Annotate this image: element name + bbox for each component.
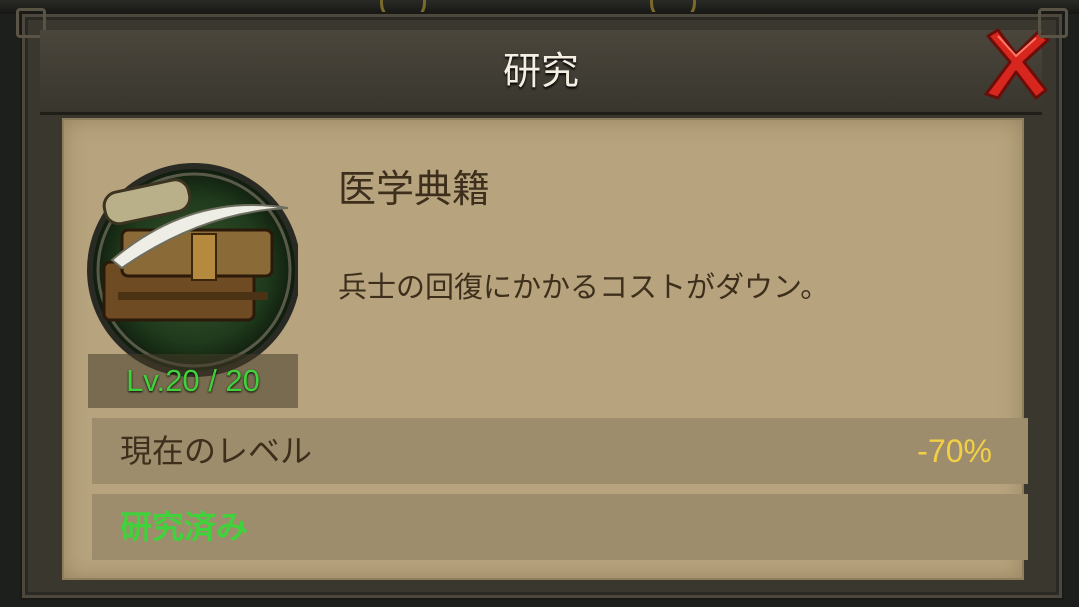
research-description: 兵士の回復にかかるコストがダウン。	[338, 270, 830, 304]
current-level-row: 現在のレベル -70%	[92, 418, 1028, 484]
research-name: 医学典籍	[338, 167, 491, 211]
current-level-value: -70%	[917, 433, 992, 469]
research-status: 研究済み	[120, 508, 249, 546]
medical-book-icon	[87, 163, 301, 377]
close-x-icon	[984, 28, 1050, 100]
research-level-badge: Lv.20 / 20	[88, 354, 298, 408]
current-level-label: 現在のレベル	[120, 432, 313, 470]
research-panel: Lv.20 / 20 医学典籍 兵士の回復にかかるコストがダウン。 現在のレベル…	[62, 118, 1028, 580]
dialog-title: 研究	[502, 49, 579, 93]
research-dialog: 研究 Lv.20 / 20 医学典籍 兵士の回復にかかるコストがダウン。 現在の…	[16, 8, 1068, 600]
research-icon-container: Lv.20 / 20	[82, 152, 301, 408]
dialog-header: 研究	[40, 28, 1050, 115]
close-button[interactable]	[976, 26, 1056, 106]
research-status-row: 研究済み	[92, 494, 1028, 560]
